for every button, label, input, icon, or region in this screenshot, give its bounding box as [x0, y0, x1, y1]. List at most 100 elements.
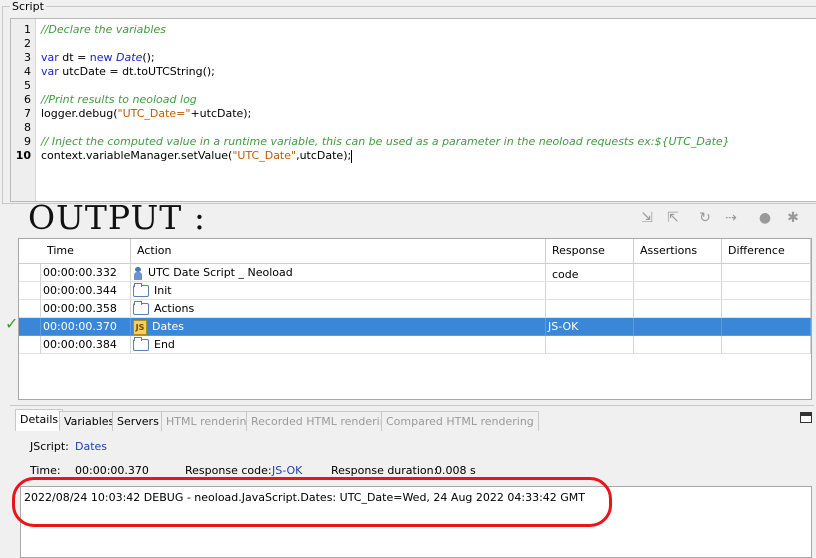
- check-icon: ✓: [5, 314, 19, 333]
- code-token: // Inject the computed value in a runtim…: [41, 135, 730, 148]
- code-line: logger.debug("UTC_Date="+utcDate);: [41, 107, 251, 120]
- highlight-annotation: [12, 477, 612, 527]
- code-token: logger.debug(: [41, 107, 118, 120]
- response-code-label: Response code:: [185, 464, 272, 477]
- code-token: ();: [142, 51, 155, 64]
- column-header-assertions[interactable]: Assertions: [634, 239, 722, 263]
- settings-icon[interactable]: ✱: [784, 209, 802, 227]
- row-status-cell: [19, 264, 41, 282]
- difference-cell: [722, 300, 811, 318]
- folder-icon: [133, 283, 149, 297]
- response-code-cell: [546, 336, 634, 354]
- response-code-cell: [546, 264, 634, 282]
- tab-servers[interactable]: Servers: [112, 411, 164, 431]
- script-editor[interactable]: 1 2 3 4 5 6 7 8 9 10 //Declare the variables var d…: [10, 18, 816, 202]
- difference-cell: [722, 318, 811, 336]
- assertions-cell: [634, 264, 722, 282]
- table-row[interactable]: 00:00:00.344 Init: [19, 282, 811, 300]
- code-token: var: [41, 65, 59, 78]
- code-line: var utcDate = dt.toUTCString();: [41, 65, 215, 78]
- line-number: 8: [24, 121, 31, 134]
- line-number: 6: [24, 93, 31, 106]
- line-number: 5: [24, 79, 31, 92]
- code-line: var dt = new Date();: [41, 51, 155, 64]
- action-cell: Init: [131, 282, 546, 300]
- code-token: Date: [116, 51, 143, 64]
- line-number: 7: [24, 107, 31, 120]
- line-number: 2: [24, 37, 31, 50]
- row-status-cell: [19, 300, 41, 318]
- script-legend: Script: [10, 0, 46, 13]
- table-header: Time Action Response code Assertions Dif…: [19, 239, 811, 281]
- action-label: UTC Date Script _ Neoload: [148, 266, 293, 279]
- assertions-cell: [634, 318, 722, 336]
- redo-icon[interactable]: ↻: [696, 209, 714, 227]
- tab-variables[interactable]: Variables: [59, 411, 120, 431]
- jscript-value: Dates: [75, 440, 108, 453]
- action-label: Dates: [152, 320, 185, 333]
- tab-recorded-html-rendering[interactable]: Recorded HTML rendering: [246, 411, 399, 431]
- tab-compared-html-rendering[interactable]: Compared HTML rendering: [381, 411, 539, 431]
- line-number: 10: [15, 149, 31, 162]
- line-number-gutter: 1 2 3 4 5 6 7 8 9 10: [11, 19, 36, 201]
- results-table: Time Action Response code Assertions Dif…: [18, 238, 812, 400]
- code-token: +utcDate);: [190, 107, 252, 120]
- code-line: //Print results to neoload log: [41, 93, 197, 106]
- code-token: ,utcDate);: [296, 149, 352, 162]
- folder-icon: [133, 337, 149, 351]
- assertions-cell: [634, 336, 722, 354]
- assertions-cell: [634, 300, 722, 318]
- difference-cell: [722, 336, 811, 354]
- time-cell: 00:00:00.370: [41, 318, 131, 336]
- code-token: new: [89, 51, 113, 64]
- stop-icon[interactable]: ●: [756, 209, 774, 227]
- column-header-difference[interactable]: Difference: [722, 239, 811, 263]
- line-number: 9: [24, 135, 31, 148]
- response-code-cell: [546, 300, 634, 318]
- action-label: Init: [154, 284, 172, 297]
- time-label: Time:: [30, 464, 61, 477]
- code-token: "UTC_Date": [232, 149, 297, 162]
- response-code-cell: [546, 282, 634, 300]
- response-duration-label: Response duration:: [331, 464, 438, 477]
- action-cell: Actions: [131, 300, 546, 318]
- table-row[interactable]: 00:00:00.370 JS Dates JS-OK: [19, 318, 811, 336]
- time-cell: 00:00:00.332: [41, 264, 131, 282]
- line-number: 3: [24, 51, 31, 64]
- tab-html-rendering[interactable]: HTML rendering: [161, 411, 259, 431]
- time-cell: 00:00:00.344: [41, 282, 131, 300]
- row-status-cell: [19, 318, 41, 336]
- line-number: 1: [24, 23, 31, 36]
- javascript-icon: JS: [133, 319, 147, 335]
- code-line: //Declare the variables: [41, 23, 166, 36]
- maximize-icon[interactable]: [800, 412, 812, 423]
- step-into-icon[interactable]: ⇲: [638, 209, 656, 227]
- step-back-icon[interactable]: ⇱: [664, 209, 682, 227]
- folder-icon: [133, 301, 149, 315]
- row-status-cell: [19, 336, 41, 354]
- table-row[interactable]: 00:00:00.332 UTC Date Script _ Neoload: [19, 264, 811, 282]
- text-caret: [351, 149, 353, 163]
- time-cell: 00:00:00.358: [41, 300, 131, 318]
- tab-details[interactable]: Details: [15, 409, 64, 431]
- column-header-time[interactable]: Time: [41, 239, 131, 263]
- row-status-cell: [19, 282, 41, 300]
- code-token: //Print results to neoload log: [41, 93, 197, 106]
- jscript-label: JScript:: [30, 440, 69, 453]
- table-row[interactable]: 00:00:00.384 End: [19, 336, 811, 354]
- response-duration-value: 0.008 s: [435, 464, 476, 477]
- line-number: 4: [24, 65, 31, 78]
- column-header-response-code[interactable]: Response code: [546, 239, 634, 281]
- code-line: context.variableManager.setValue("UTC_Da…: [41, 149, 353, 163]
- code-token: context.variableManager.setValue(: [41, 149, 233, 162]
- output-title: OUTPUT :: [28, 198, 206, 237]
- action-label: End: [154, 338, 175, 351]
- table-row[interactable]: 00:00:00.358 Actions: [19, 300, 811, 318]
- action-cell: UTC Date Script _ Neoload: [131, 264, 546, 282]
- column-header-action[interactable]: Action: [131, 239, 546, 263]
- difference-cell: [722, 282, 811, 300]
- code-token: "UTC_Date=": [117, 107, 191, 120]
- code-token: utcDate = dt.toUTCString();: [58, 65, 215, 78]
- response-code-cell: JS-OK: [546, 318, 634, 336]
- forward-icon[interactable]: ⇢: [722, 209, 740, 227]
